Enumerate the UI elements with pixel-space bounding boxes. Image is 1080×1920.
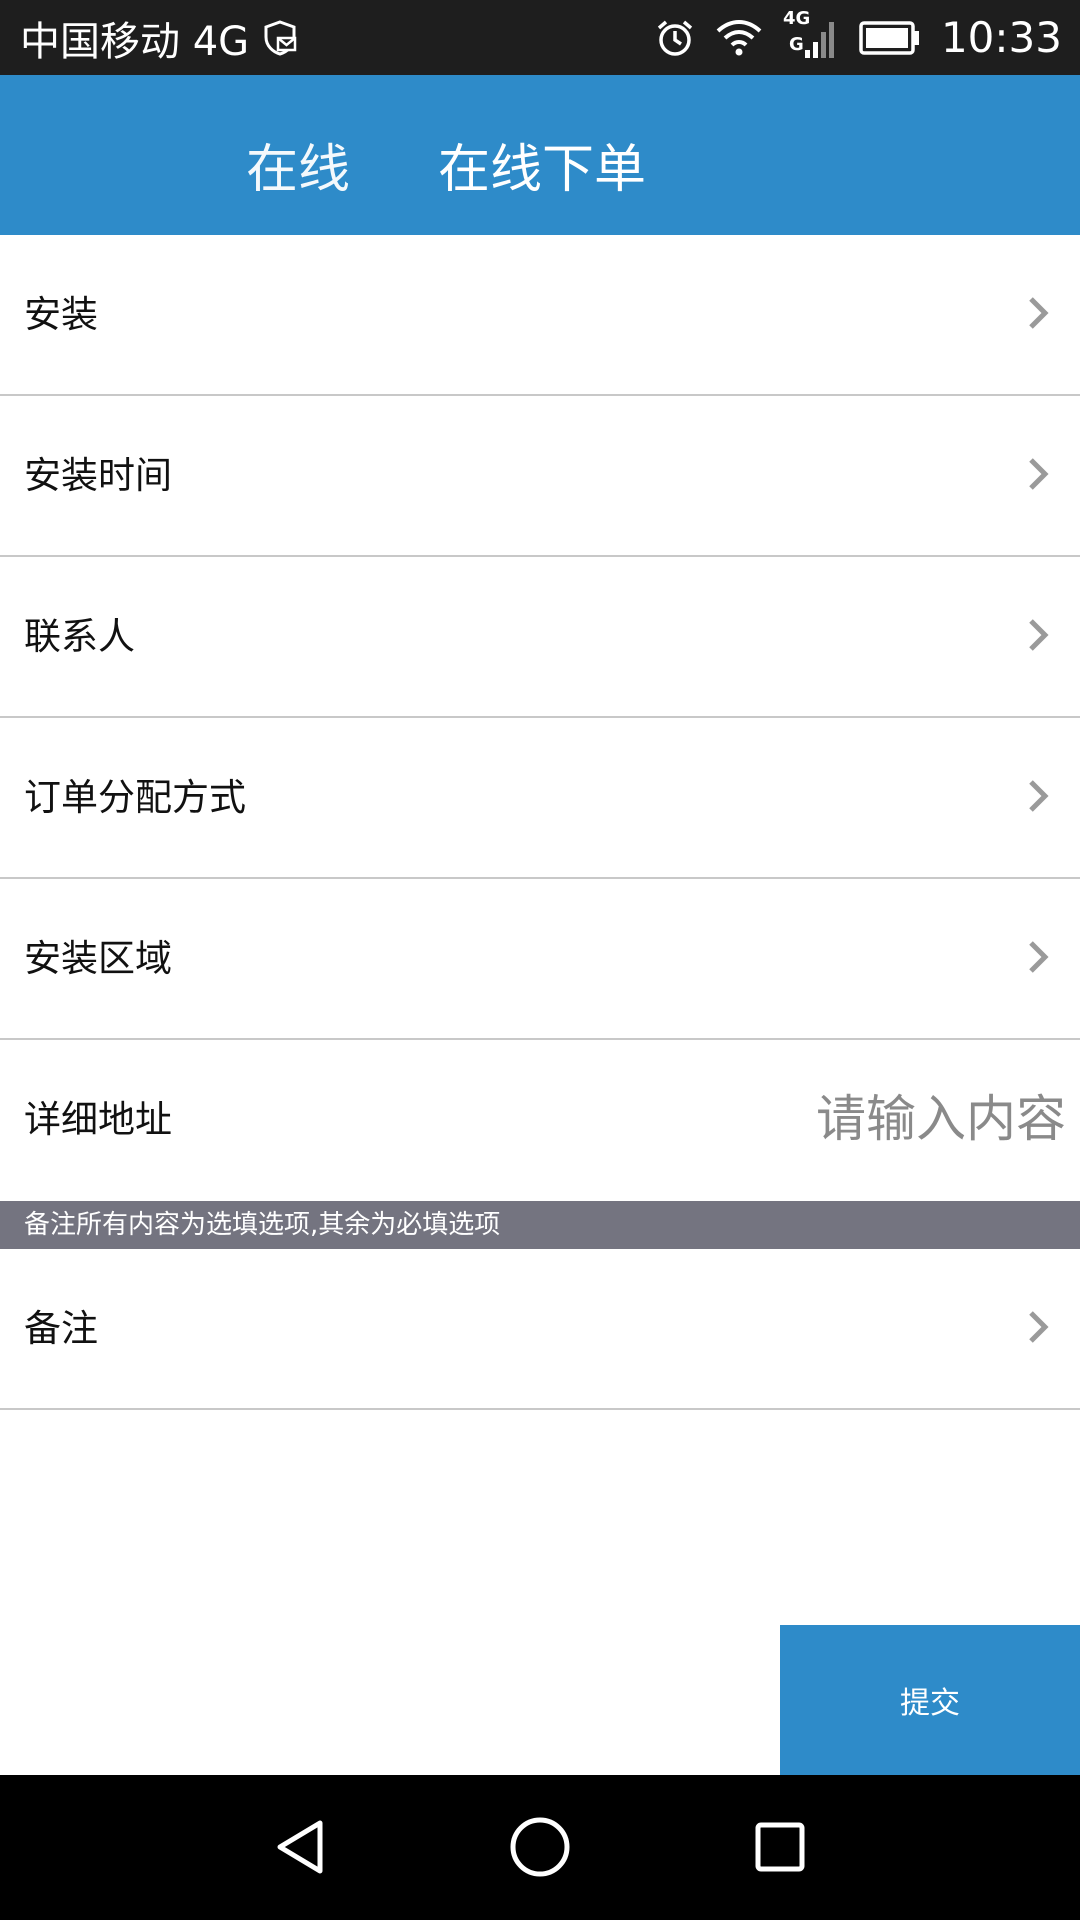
signal-icon: 4G G (783, 8, 839, 66)
chevron-right-icon (1029, 780, 1049, 812)
row-order-assignment[interactable]: 订单分配方式 (0, 718, 1080, 879)
recents-square-icon (755, 1822, 805, 1872)
carrier-text: 中国移动 4G (20, 18, 250, 65)
wifi-icon (715, 18, 763, 58)
row-label: 详细地址 (24, 1098, 172, 1141)
submit-button[interactable]: 提交 (780, 1625, 1080, 1775)
row-label: 联系人 (24, 615, 135, 658)
recents-button[interactable] (740, 1807, 820, 1887)
system-nav-bar (0, 1775, 1080, 1920)
chevron-right-icon (1029, 1311, 1049, 1343)
back-button[interactable] (260, 1807, 340, 1887)
row-label: 安装时间 (24, 454, 172, 497)
row-detail-address: 详细地址 请输入内容 (0, 1040, 1080, 1201)
back-triangle-icon (277, 1820, 323, 1874)
order-form: 安装 安装时间 联系人 订单分配方式 安装区域 详细地址 请输入内容 备注所有内… (0, 235, 1080, 1410)
row-label: 安装区域 (24, 937, 172, 980)
row-contact[interactable]: 联系人 (0, 557, 1080, 718)
required-hint-bar: 备注所有内容为选填选项,其余为必填选项 (0, 1201, 1080, 1249)
detail-address-input[interactable]: 请输入内容 (816, 1040, 1066, 1199)
app-header: 在线 在线下单 (0, 75, 1080, 235)
chevron-right-icon (1029, 458, 1049, 490)
alarm-icon (655, 18, 695, 58)
chevron-right-icon (1029, 941, 1049, 973)
row-install-time[interactable]: 安装时间 (0, 396, 1080, 557)
home-button[interactable] (500, 1807, 580, 1887)
row-label: 订单分配方式 (24, 776, 246, 819)
shield-mail-icon (261, 19, 299, 57)
status-right: 4G G 10:33 (655, 0, 1062, 75)
row-remark[interactable]: 备注 (0, 1249, 1080, 1410)
clock: 10:33 (940, 13, 1062, 62)
chevron-right-icon (1029, 297, 1049, 329)
battery-icon (859, 20, 921, 56)
home-circle-icon (510, 1817, 570, 1877)
header-ghost-title: 在线 (246, 140, 351, 191)
row-install-area[interactable]: 安装区域 (0, 879, 1080, 1040)
row-label: 安装 (24, 293, 98, 336)
row-install-item[interactable]: 安装 (0, 235, 1080, 396)
chevron-right-icon (1029, 619, 1049, 651)
page-title: 在线下单 (438, 140, 647, 200)
row-label: 备注 (24, 1307, 98, 1350)
status-bar: 中国移动 4G 4G G 10:33 (0, 0, 1080, 75)
status-left: 中国移动 4G (20, 0, 299, 75)
screen: 中国移动 4G 4G G 10:33 在线 在线下单 安装 安装时间 联系人 订… (0, 0, 1080, 1920)
